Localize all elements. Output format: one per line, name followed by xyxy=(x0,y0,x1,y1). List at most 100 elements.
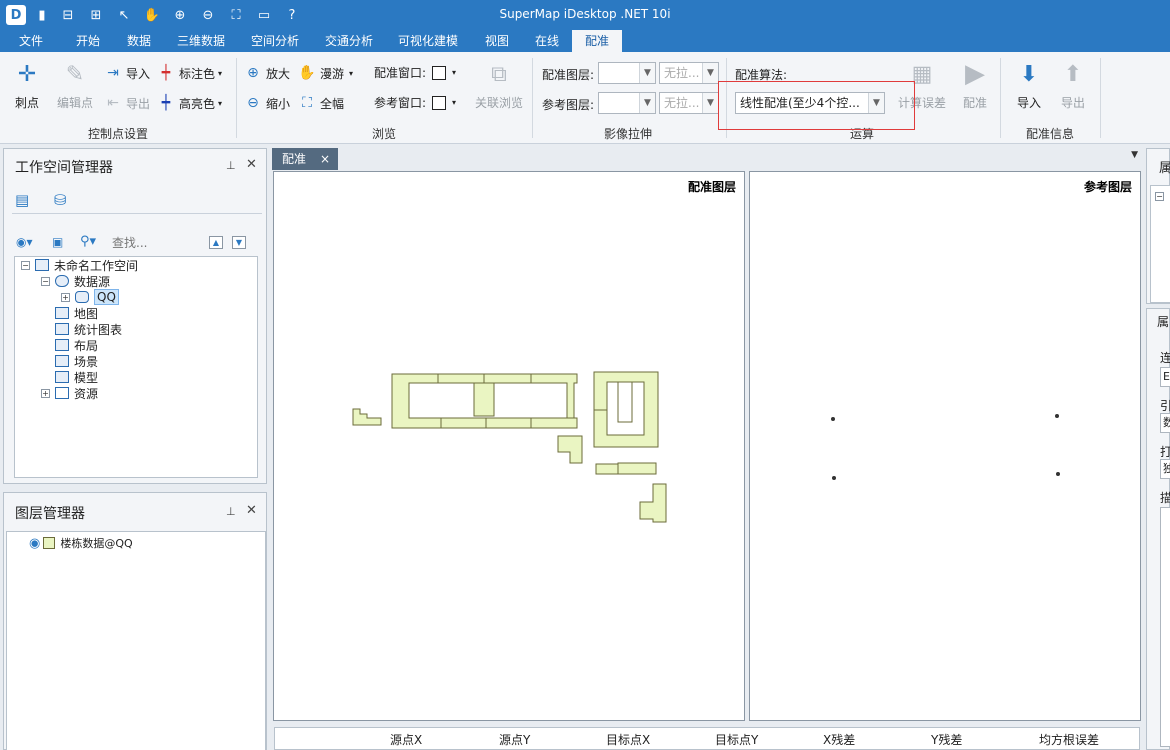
workspace-tree: − 未命名工作空间 − 数据源 + QQ 地图 统计图表 布局 场景 模型 + 资源 xyxy=(14,256,258,478)
tree-node-charts[interactable]: 统计图表 xyxy=(55,321,122,337)
tab-registration[interactable]: 配准 xyxy=(572,30,622,52)
info-import-button[interactable]: ⬇ 导入 xyxy=(1012,58,1046,111)
column-header[interactable]: 源点X xyxy=(390,731,422,748)
export-icon: ⬆ xyxy=(1063,61,1083,87)
register-map-window[interactable]: 配准图层 xyxy=(273,171,745,721)
column-header[interactable]: 目标点Y xyxy=(715,731,758,748)
chevron-down-icon: ▼ xyxy=(639,93,655,113)
close-icon[interactable]: ✕ xyxy=(246,157,257,172)
search-icon[interactable]: ⚲▾ xyxy=(80,234,96,249)
eye-icon[interactable]: ◉▾ xyxy=(16,235,33,249)
expander-icon[interactable]: − xyxy=(1155,192,1164,201)
info-export-button[interactable]: ⬆ 导出 xyxy=(1056,58,1090,111)
linked-browse-button[interactable]: ⧉ 关联浏览 xyxy=(472,58,526,111)
workspace-view-icon[interactable]: ▤ xyxy=(15,191,35,209)
column-header[interactable]: 目标点X xyxy=(606,731,650,748)
property-label: 连 xyxy=(1160,351,1170,365)
database-icon[interactable]: ⛁ xyxy=(54,191,74,209)
layer-list: ◉ 楼栋数据@QQ xyxy=(6,531,266,750)
udb-icon xyxy=(75,291,89,303)
reference-window-color xyxy=(432,95,447,110)
column-header[interactable]: 均方根误差 xyxy=(1039,731,1099,748)
pin-icon[interactable]: ⊥ xyxy=(226,159,236,172)
group-label-stretch: 影像拉伸 xyxy=(603,127,652,141)
reference-layer-select[interactable]: ▼ xyxy=(598,92,656,114)
register-window-color xyxy=(432,65,447,80)
tree-node-scenes[interactable]: 场景 xyxy=(55,353,98,369)
datasource-icon xyxy=(55,275,69,287)
separator xyxy=(532,58,533,138)
property-field[interactable]: 数 xyxy=(1160,413,1170,433)
pan-icon: ✋ xyxy=(298,65,316,81)
import-icon: ⬇ xyxy=(1019,61,1039,87)
tab-file[interactable]: 文件 xyxy=(6,30,56,52)
separator xyxy=(1000,58,1001,138)
tree-node-models[interactable]: 模型 xyxy=(55,369,98,385)
workspace-manager-panel: 工作空间管理器 ⊥ ✕ ▤ ⛁ ◉▾ ▣ ⚲▾ ▲ ▼ −未命名工作空间 −数据… xyxy=(3,148,267,484)
tab-3d-data[interactable]: 三维数据 xyxy=(168,30,234,52)
full-extent-button[interactable]: ⛶ 全幅 xyxy=(298,94,344,112)
scene-icon xyxy=(55,355,69,367)
property-description-box[interactable] xyxy=(1160,507,1170,747)
zoom-out-button[interactable]: ⊖ 缩小 xyxy=(244,94,290,112)
tree-node-maps[interactable]: 地图 xyxy=(55,305,98,321)
search-down-icon[interactable]: ▼ xyxy=(232,236,246,249)
property-label: 引 xyxy=(1160,399,1170,413)
group-label-info: 配准信息 xyxy=(1025,127,1074,141)
close-icon[interactable]: ✕ xyxy=(246,503,257,518)
document-tab-registration[interactable]: 配准 × xyxy=(272,148,338,170)
roam-button[interactable]: ✋ 漫游 ▾ xyxy=(298,64,353,82)
register-button[interactable]: ▶ 配准 xyxy=(958,58,992,111)
tree-node-datasources[interactable]: − 数据源 xyxy=(41,273,110,289)
tab-start[interactable]: 开始 xyxy=(62,30,114,52)
reference-map-window[interactable]: 参考图层 xyxy=(749,171,1141,721)
workspace-icon xyxy=(35,259,49,271)
tree-node-qq[interactable]: + QQ xyxy=(61,289,119,305)
app-title: SuperMap iDesktop .NET 10i xyxy=(499,7,671,21)
label-color-button[interactable]: ┿ 标注色 ▾ xyxy=(157,64,222,82)
column-header[interactable]: X残差 xyxy=(823,731,855,748)
search-up-icon[interactable]: ▲ xyxy=(209,236,223,249)
register-window-select[interactable]: 配准窗口: ▾ xyxy=(374,64,456,81)
building-polygon xyxy=(352,408,382,426)
tab-traffic-analysis[interactable]: 交通分析 xyxy=(316,30,382,52)
chevron-down-icon: ▼ xyxy=(702,63,718,83)
tab-data[interactable]: 数据 xyxy=(114,30,164,52)
property-field[interactable]: E xyxy=(1160,367,1170,387)
register-layer-select[interactable]: ▼ xyxy=(598,62,656,84)
divider xyxy=(12,213,262,214)
tree-node-resources[interactable]: + 资源 xyxy=(41,385,98,401)
tab-online[interactable]: 在线 xyxy=(526,30,568,52)
ribbon-tab-bar: 文件 开始 数据 三维数据 空间分析 交通分析 可视化建模 视图 在线 配准 xyxy=(0,30,1170,52)
tab-view[interactable]: 视图 xyxy=(476,30,518,52)
column-header[interactable]: 源点Y xyxy=(499,731,530,748)
zoom-in-button[interactable]: ⊕ 放大 xyxy=(244,64,290,82)
layer-item[interactable]: ◉ 楼栋数据@QQ xyxy=(29,535,133,551)
chevron-down-icon[interactable]: ▼ xyxy=(1131,150,1138,160)
reference-stretch-select[interactable]: 无拉... ▼ xyxy=(659,92,719,114)
prick-button[interactable]: ✛ 刺点 xyxy=(10,58,44,111)
property-section-title: 属 xyxy=(1157,315,1170,329)
tab-spatial-analysis[interactable]: 空间分析 xyxy=(242,30,308,52)
property-label: 打 xyxy=(1160,445,1170,459)
property-field[interactable]: 独 xyxy=(1160,459,1170,479)
register-stretch-select[interactable]: 无拉... ▼ xyxy=(659,62,719,84)
tree-node-workspace[interactable]: − 未命名工作空间 xyxy=(21,257,138,273)
cp-export-button[interactable]: ⇤ 导出 xyxy=(104,94,150,112)
property-panel-bottom: 属 连 E 引 数 打 独 描 xyxy=(1146,308,1170,750)
search-input[interactable] xyxy=(112,235,202,251)
edit-point-button[interactable]: ✎ 编辑点 xyxy=(52,58,98,111)
eye-icon[interactable]: ◉ xyxy=(29,536,40,551)
locate-icon[interactable]: ▣ xyxy=(52,235,63,249)
group-label-browse: 浏览 xyxy=(371,127,396,141)
tab-visual-modeling[interactable]: 可视化建模 xyxy=(390,30,466,52)
tree-node-layouts[interactable]: 布局 xyxy=(55,337,98,353)
highlight-color-button[interactable]: ┿ 高亮色 ▾ xyxy=(157,94,222,112)
cp-import-button[interactable]: ⇥ 导入 xyxy=(104,64,150,82)
reference-window-select[interactable]: 参考窗口: ▾ xyxy=(374,94,456,111)
close-icon[interactable]: × xyxy=(320,148,330,170)
pin-icon[interactable]: ⊥ xyxy=(226,505,236,518)
group-label-control-points: 控制点设置 xyxy=(87,127,148,141)
reference-point xyxy=(1055,414,1059,418)
column-header[interactable]: Y残差 xyxy=(931,731,962,748)
